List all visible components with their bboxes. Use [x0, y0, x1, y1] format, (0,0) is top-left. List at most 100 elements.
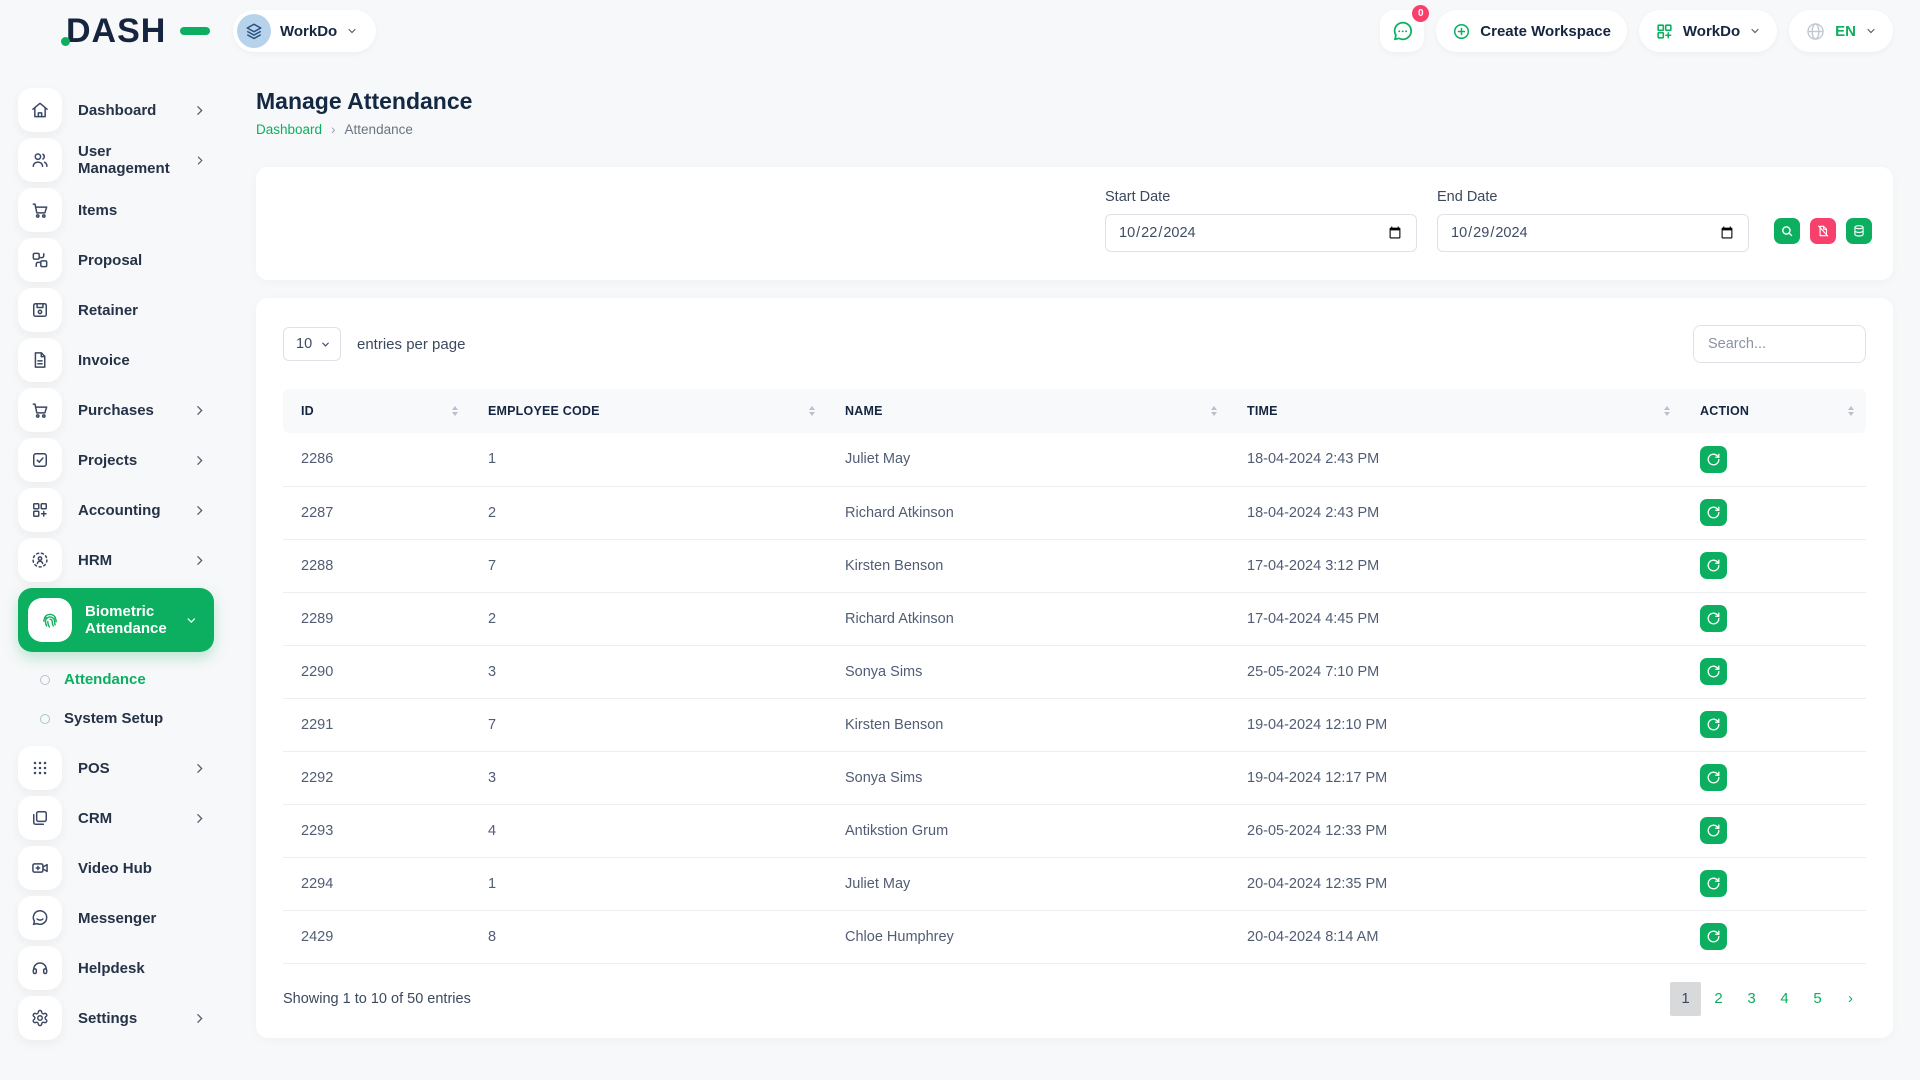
sidebar-item-user-management[interactable]: User Management — [18, 138, 230, 182]
sidebar-item-invoice[interactable]: Invoice — [18, 338, 230, 382]
refresh-row-button[interactable] — [1700, 552, 1727, 579]
sidebar-item-dashboard[interactable]: Dashboard — [18, 88, 230, 132]
sidebar-item-retainer[interactable]: Retainer — [18, 288, 230, 332]
sort-icon[interactable] — [452, 406, 458, 416]
cell-name: Chloe Humphrey — [827, 910, 1229, 963]
sidebar-item-settings[interactable]: Settings — [18, 996, 230, 1040]
column-header-action[interactable]: ACTION — [1682, 389, 1866, 433]
swap-boxes-icon — [18, 238, 62, 282]
home-icon — [18, 88, 62, 132]
pagination-page[interactable]: 3 — [1736, 982, 1767, 1016]
entries-summary: Showing 1 to 10 of 50 entries — [283, 991, 471, 1007]
sidebar-item-items[interactable]: Items — [18, 188, 230, 232]
cell-action — [1682, 857, 1866, 910]
refresh-icon — [1706, 611, 1721, 626]
pagination-page[interactable]: › — [1835, 982, 1866, 1016]
column-header-name[interactable]: NAME — [827, 389, 1229, 433]
grid-plus-icon — [1655, 22, 1674, 41]
logo-text: DASH — [66, 12, 166, 50]
table-row: 2286 1 Juliet May 18-04-2024 2:43 PM — [283, 433, 1866, 486]
column-header-id[interactable]: ID — [283, 389, 470, 433]
sidebar-subitem-attendance[interactable]: Attendance — [18, 660, 230, 699]
sort-icon[interactable] — [809, 406, 815, 416]
table-search-input[interactable] — [1693, 325, 1866, 363]
sidebar-item-purchases[interactable]: Purchases — [18, 388, 230, 432]
sidebar-item-accounting[interactable]: Accounting — [18, 488, 230, 532]
sidebar-item-crm[interactable]: CRM — [18, 796, 230, 840]
refresh-row-button[interactable] — [1700, 711, 1727, 738]
refresh-row-button[interactable] — [1700, 817, 1727, 844]
refresh-row-button[interactable] — [1700, 499, 1727, 526]
grid-plus-icon — [18, 488, 62, 532]
pagination-page[interactable]: 2 — [1703, 982, 1734, 1016]
chevron-down-icon — [1749, 25, 1761, 37]
entries-per-page-select[interactable]: 10 — [283, 327, 341, 361]
dots-grid-icon — [18, 746, 62, 790]
sidebar-item-label: POS — [78, 760, 110, 777]
sidebar-item-projects[interactable]: Projects — [18, 438, 230, 482]
pagination-page[interactable]: 1 — [1670, 982, 1701, 1016]
breadcrumb-dashboard-link[interactable]: Dashboard — [256, 122, 322, 137]
sidebar-item-video-hub[interactable]: Video Hub — [18, 846, 230, 890]
dash-logo[interactable]: DASH — [66, 12, 216, 51]
create-workspace-button[interactable]: Create Workspace — [1436, 10, 1627, 52]
sidebar-item-proposal[interactable]: Proposal — [18, 238, 230, 282]
pagination-page[interactable]: 5 — [1802, 982, 1833, 1016]
sidebar-item-label: HRM — [78, 552, 112, 569]
column-header-time[interactable]: TIME — [1229, 389, 1682, 433]
table-row: 2429 8 Chloe Humphrey 20-04-2024 8:14 AM — [283, 910, 1866, 963]
database-icon — [1852, 224, 1866, 238]
sidebar-item-label: Accounting — [78, 502, 161, 519]
globe-icon — [1805, 21, 1826, 42]
column-header-employee-code[interactable]: EMPLOYEE CODE — [470, 389, 827, 433]
sidebar-item-helpdesk[interactable]: Helpdesk — [18, 946, 230, 990]
refresh-row-button[interactable] — [1700, 605, 1727, 632]
chevron-down-icon — [346, 25, 358, 37]
circle-icon — [40, 675, 50, 685]
sidebar-item-messenger[interactable]: Messenger — [18, 896, 230, 940]
cell-employee-code: 8 — [470, 910, 827, 963]
sidebar-subitem-system-setup[interactable]: System Setup — [18, 699, 230, 738]
sort-icon[interactable] — [1848, 406, 1854, 416]
end-date-input[interactable] — [1437, 214, 1749, 252]
refresh-row-button[interactable] — [1700, 764, 1727, 791]
file-icon — [18, 338, 62, 382]
sidebar-item-pos[interactable]: POS — [18, 746, 230, 790]
table-row: 2293 4 Antikstion Grum 26-05-2024 12:33 … — [283, 804, 1866, 857]
refresh-row-button[interactable] — [1700, 658, 1727, 685]
refresh-row-button[interactable] — [1700, 923, 1727, 950]
refresh-row-button[interactable] — [1700, 870, 1727, 897]
cell-name: Kirsten Benson — [827, 539, 1229, 592]
chat-icon — [18, 896, 62, 940]
cell-time: 18-04-2024 2:43 PM — [1229, 486, 1682, 539]
language-selector[interactable]: EN — [1789, 10, 1893, 52]
cell-name: Sonya Sims — [827, 645, 1229, 698]
refresh-row-button[interactable] — [1700, 446, 1727, 473]
refresh-icon — [1706, 505, 1721, 520]
attendance-table-card: 10 entries per page ID EMPLOYEE CODE NAM… — [256, 298, 1893, 1038]
sidebar-item-biometric-attendance[interactable]: Biometric Attendance — [18, 588, 214, 652]
cell-action — [1682, 592, 1866, 645]
chevron-down-icon — [1865, 25, 1877, 37]
cell-name: Sonya Sims — [827, 751, 1229, 804]
entries-per-page-value: 10 — [296, 336, 312, 352]
apply-filter-button[interactable] — [1774, 218, 1800, 244]
sync-device-button[interactable] — [1846, 218, 1872, 244]
cell-time: 19-04-2024 12:10 PM — [1229, 698, 1682, 751]
sort-icon[interactable] — [1664, 406, 1670, 416]
cell-action — [1682, 751, 1866, 804]
table-row: 2287 2 Richard Atkinson 18-04-2024 2:43 … — [283, 486, 1866, 539]
clear-filter-button[interactable] — [1810, 218, 1836, 244]
messages-button[interactable]: 0 — [1380, 10, 1424, 52]
workspace-menu-button[interactable]: WorkDo — [1639, 10, 1777, 52]
sidebar-item-label: Biometric Attendance — [85, 603, 185, 638]
sidebar-item-hrm[interactable]: HRM — [18, 538, 230, 582]
cart-icon — [18, 188, 62, 232]
refresh-icon — [1706, 876, 1721, 891]
workspace-chip[interactable]: WorkDo — [233, 10, 376, 52]
pagination-page[interactable]: 4 — [1769, 982, 1800, 1016]
sort-icon[interactable] — [1211, 406, 1217, 416]
start-date-input[interactable] — [1105, 214, 1417, 252]
breadcrumb-separator: › — [331, 122, 336, 137]
cell-employee-code: 4 — [470, 804, 827, 857]
